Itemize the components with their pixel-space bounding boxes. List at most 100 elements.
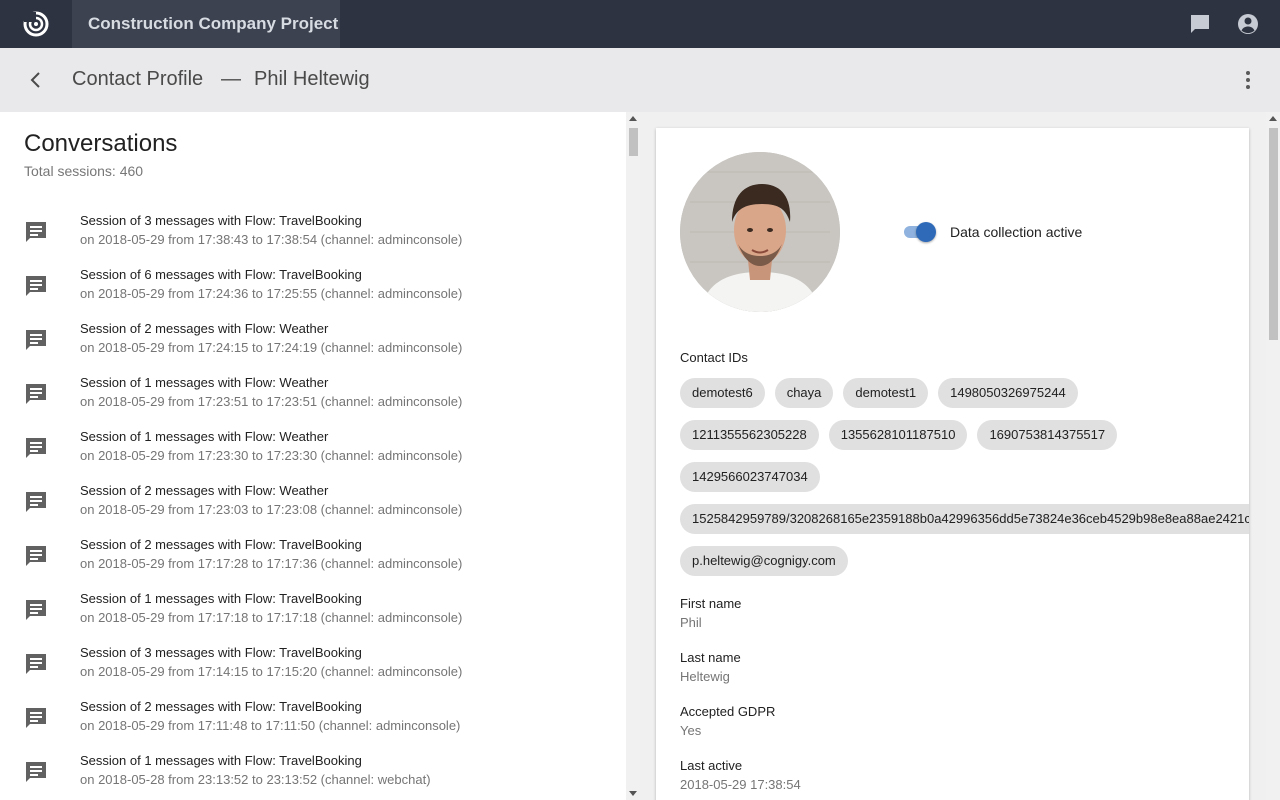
session-detail: on 2018-05-29 from 17:11:48 to 17:11:50 … <box>80 718 461 733</box>
scroll-up-arrow-icon[interactable] <box>629 116 637 121</box>
cognigy-logo-icon[interactable] <box>20 10 52 38</box>
first-name-value: Phil <box>680 615 702 630</box>
contact-name: Phil Heltewig <box>254 68 370 90</box>
session-list-item[interactable]: Session of 2 messages with Flow: TravelB… <box>0 696 626 750</box>
chip-row: 1429566023747034 <box>680 462 1249 504</box>
contact-id-chip: 1498050326975244 <box>938 378 1078 408</box>
contact-id-chip: p.heltewig@cognigy.com <box>680 546 848 576</box>
message-icon <box>26 222 46 242</box>
gdpr-value: Yes <box>680 723 702 738</box>
last-active-label: Last active <box>680 758 743 773</box>
session-list-item[interactable]: Session of 1 messages with Flow: Weather… <box>0 426 626 480</box>
chip-row: 1211355562305228 1355628101187510 16907538… <box>680 420 1249 462</box>
session-title: Session of 6 messages with Flow: TravelB… <box>80 267 362 282</box>
total-sessions: Total sessions: 460 <box>24 163 144 179</box>
contact-id-chip: 1211355562305228 <box>680 420 819 450</box>
contact-id-chip: chaya <box>774 378 834 408</box>
session-title: Session of 1 messages with Flow: Weather <box>80 375 329 390</box>
title-separator: — <box>221 68 241 90</box>
page-header: Contact Profile — Phil Heltewig <box>0 48 1280 112</box>
message-icon <box>26 546 46 566</box>
contact-id-chip: 1525842959789/3208268165e2359188b0a42996… <box>680 504 1249 534</box>
contact-id-chip: 1429566023747034 <box>680 462 820 492</box>
toggle-knob <box>916 222 936 242</box>
session-title: Session of 2 messages with Flow: TravelB… <box>80 699 362 714</box>
contact-id-chip: 1690753814375517 <box>977 420 1118 450</box>
last-active-value: 2018-05-29 17:38:54 <box>680 777 801 792</box>
session-detail: on 2018-05-29 from 17:24:15 to 17:24:19 … <box>80 340 463 355</box>
session-list-item[interactable]: Session of 2 messages with Flow: Weather… <box>0 480 626 534</box>
last-name-label: Last name <box>680 650 741 665</box>
message-icon <box>26 654 46 674</box>
last-active-field: Last active 2018-05-29 17:38:54 <box>680 758 801 792</box>
more-vert-icon[interactable] <box>1236 68 1260 92</box>
message-icon <box>26 762 46 782</box>
contact-id-chip: demotest1 <box>843 378 929 408</box>
session-title: Session of 3 messages with Flow: TravelB… <box>80 213 362 228</box>
session-detail: on 2018-05-28 from 23:13:52 to 23:13:52 … <box>80 772 431 787</box>
session-list-item[interactable]: Session of 6 messages with Flow: TravelB… <box>0 264 626 318</box>
scroll-thumb[interactable] <box>1269 128 1278 340</box>
chip-row: demotest6 chaya demotest1 1498050326975244 <box>680 378 1249 420</box>
session-title: Session of 1 messages with Flow: TravelB… <box>80 591 362 606</box>
session-detail: on 2018-05-29 from 17:23:30 to 17:23:30 … <box>80 448 463 463</box>
chat-icon[interactable] <box>1188 12 1212 36</box>
contact-id-chip: 1355628101187510 <box>828 420 968 450</box>
message-icon <box>26 330 46 350</box>
message-icon <box>26 492 46 512</box>
top-app-bar: Construction Company Project <box>0 0 1280 48</box>
contact-ids-label: Contact IDs <box>680 350 748 365</box>
first-name-field: First name Phil <box>680 596 741 630</box>
message-icon <box>26 384 46 404</box>
session-detail: on 2018-05-29 from 17:23:51 to 17:23:51 … <box>80 394 463 409</box>
session-title: Session of 3 messages with Flow: TravelB… <box>80 645 362 660</box>
session-list: Session of 3 messages with Flow: TravelB… <box>0 210 626 800</box>
session-detail: on 2018-05-29 from 17:23:03 to 17:23:08 … <box>80 502 463 517</box>
scroll-down-arrow-icon[interactable] <box>629 791 637 796</box>
session-title: Session of 1 messages with Flow: Weather <box>80 429 329 444</box>
session-list-item[interactable]: Session of 1 messages with Flow: TravelB… <box>0 750 626 800</box>
last-name-value: Heltewig <box>680 669 730 684</box>
data-collection-toggle[interactable] <box>902 222 936 242</box>
avatar <box>680 152 840 312</box>
session-title: Session of 2 messages with Flow: TravelB… <box>80 537 362 552</box>
profile-card: Data collection active Contact IDs demot… <box>656 128 1249 800</box>
last-name-field: Last name Heltewig <box>680 650 741 684</box>
account-circle-icon[interactable] <box>1236 12 1260 36</box>
session-list-item[interactable]: Session of 2 messages with Flow: Weather… <box>0 318 626 372</box>
session-detail: on 2018-05-29 from 17:17:18 to 17:17:18 … <box>80 610 463 625</box>
first-name-label: First name <box>680 596 742 611</box>
session-detail: on 2018-05-29 from 17:14:15 to 17:15:20 … <box>80 664 463 679</box>
session-list-item[interactable]: Session of 1 messages with Flow: Weather… <box>0 372 626 426</box>
page-title: Contact Profile <box>72 68 204 90</box>
chip-row: p.heltewig@cognigy.com <box>680 546 1249 588</box>
contact-ids-list: demotest6 chaya demotest1 1498050326975244 1… <box>680 378 1249 588</box>
message-icon <box>26 600 46 620</box>
session-title: Session of 2 messages with Flow: Weather <box>80 321 329 336</box>
session-list-item[interactable]: Session of 3 messages with Flow: TravelB… <box>0 642 626 696</box>
profile-scrollbar[interactable] <box>1266 112 1280 800</box>
profile-panel: Data collection active Contact IDs demot… <box>640 112 1266 800</box>
message-icon <box>26 276 46 296</box>
message-icon <box>26 438 46 458</box>
project-selector[interactable]: Construction Company Project <box>72 0 340 48</box>
data-collection-label: Data collection active <box>950 224 1083 240</box>
conversations-scrollbar[interactable] <box>626 112 640 800</box>
contact-id-chip: demotest6 <box>680 378 765 408</box>
session-detail: on 2018-05-29 from 17:17:28 to 17:17:36 … <box>80 556 463 571</box>
session-list-item[interactable]: Session of 2 messages with Flow: TravelB… <box>0 534 626 588</box>
message-icon <box>26 708 46 728</box>
project-name: Construction Company Project <box>88 14 339 33</box>
gdpr-label: Accepted GDPR <box>680 704 776 719</box>
scroll-up-arrow-icon[interactable] <box>1269 116 1277 121</box>
gdpr-field: Accepted GDPR Yes <box>680 704 775 738</box>
session-list-item[interactable]: Session of 1 messages with Flow: TravelB… <box>0 588 626 642</box>
conversations-panel: Conversations Total sessions: 460 Sessio… <box>0 112 626 800</box>
session-detail: on 2018-05-29 from 17:38:43 to 17:38:54 … <box>80 232 463 247</box>
scroll-thumb[interactable] <box>629 128 638 156</box>
session-list-item[interactable]: Session of 3 messages with Flow: TravelB… <box>0 210 626 264</box>
arrow-back-icon[interactable] <box>24 68 48 92</box>
chip-row: 1525842959789/3208268165e2359188b0a42996… <box>680 504 1249 546</box>
session-title: Session of 1 messages with Flow: TravelB… <box>80 753 362 768</box>
session-detail: on 2018-05-29 from 17:24:36 to 17:25:55 … <box>80 286 463 301</box>
